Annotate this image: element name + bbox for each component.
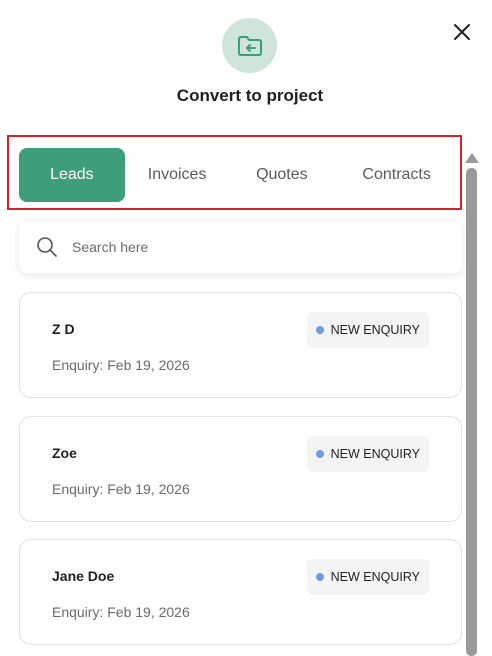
- status-badge: NEW ENQUIRY: [306, 436, 429, 472]
- search-icon: [37, 237, 57, 257]
- lead-name: Z D: [52, 321, 75, 337]
- lead-card[interactable]: Z D NEW ENQUIRY Enquiry: Feb 19, 2026: [19, 292, 462, 398]
- status-badge: NEW ENQUIRY: [306, 312, 429, 348]
- scrollbar[interactable]: [466, 168, 477, 656]
- lead-date: Enquiry: Feb 19, 2026: [52, 357, 190, 373]
- lead-date: Enquiry: Feb 19, 2026: [52, 604, 190, 620]
- status-badge: NEW ENQUIRY: [306, 559, 429, 595]
- lead-date: Enquiry: Feb 19, 2026: [52, 481, 190, 497]
- tab-invoices[interactable]: Invoices: [125, 148, 230, 202]
- close-button[interactable]: [450, 20, 474, 44]
- tab-quotes[interactable]: Quotes: [229, 148, 334, 202]
- tab-leads[interactable]: Leads: [19, 148, 125, 202]
- close-icon: [454, 24, 470, 40]
- lead-card[interactable]: Jane Doe NEW ENQUIRY Enquiry: Feb 19, 20…: [19, 539, 462, 645]
- tab-contracts[interactable]: Contracts: [344, 148, 449, 202]
- status-label: NEW ENQUIRY: [330, 323, 420, 337]
- lead-card[interactable]: Zoe NEW ENQUIRY Enquiry: Feb 19, 2026: [19, 416, 462, 522]
- scroll-up-arrow[interactable]: [465, 153, 479, 163]
- status-label: NEW ENQUIRY: [330, 447, 420, 461]
- status-label: NEW ENQUIRY: [330, 570, 420, 584]
- status-dot-icon: [315, 450, 324, 458]
- page-title: Convert to project: [176, 86, 324, 105]
- search-input[interactable]: [72, 239, 432, 255]
- lead-name: Jane Doe: [52, 568, 115, 584]
- lead-name: Zoe: [52, 445, 77, 461]
- tab-bar: Leads Invoices Quotes Contracts: [19, 148, 449, 202]
- header-icon-circle: [222, 18, 277, 73]
- search-box: [19, 221, 462, 273]
- folder-return-icon: [237, 35, 262, 56]
- status-dot-icon: [315, 573, 324, 581]
- status-dot-icon: [315, 326, 324, 334]
